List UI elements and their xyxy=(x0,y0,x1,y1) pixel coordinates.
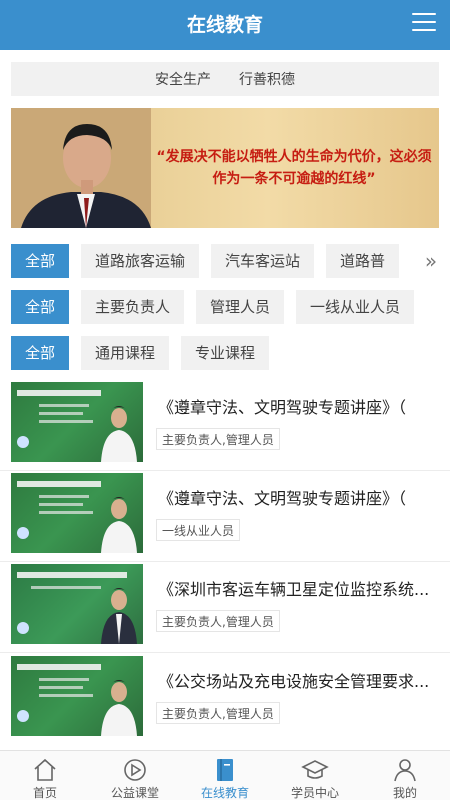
page-title: 在线教育 xyxy=(186,14,263,36)
filter-chip[interactable]: 汽车客运站 xyxy=(211,244,315,278)
divider xyxy=(0,470,450,471)
course-audience-tag: 一线从业人员 xyxy=(156,519,241,541)
bottom-tab-bar: 首页 公益课堂 在线教育 学员中心 我的 xyxy=(0,750,450,800)
hamburger-menu-icon[interactable] xyxy=(412,13,436,33)
tab-label: 我的 xyxy=(392,786,417,800)
home-icon xyxy=(34,758,56,781)
course-item[interactable]: 《遵章守法、文明驾驶专题讲座》（ 主要负责人,管理人员 xyxy=(11,382,439,462)
portrait-image xyxy=(11,108,151,228)
course-item[interactable]: 《遵章守法、文明驾驶专题讲座》（ 一线从业人员 xyxy=(11,473,439,553)
course-audience-tag: 主要负责人,管理人员 xyxy=(156,610,280,632)
filter-chip[interactable]: 道路旅客运输 xyxy=(81,244,200,278)
tab-label: 学员中心 xyxy=(290,786,339,800)
tab-online-education[interactable]: 在线教育 xyxy=(180,751,270,800)
tab-label: 公益课堂 xyxy=(110,786,159,800)
tab-student-center[interactable]: 学员中心 xyxy=(270,751,360,800)
person-icon xyxy=(394,759,416,782)
quick-link-charity[interactable]: 行善积德 xyxy=(239,69,295,89)
filter-chip[interactable]: 道路普 xyxy=(326,244,400,278)
divider xyxy=(0,561,450,562)
book-icon xyxy=(217,759,233,781)
divider xyxy=(0,652,450,653)
quick-link-safety[interactable]: 安全生产 xyxy=(155,69,211,89)
chevron-double-right-icon[interactable]: » xyxy=(422,244,440,278)
course-item[interactable]: 《深圳市客运车辆卫星定位监控系统... 主要负责人,管理人员 xyxy=(11,564,439,644)
quick-links-bar: 安全生产 行善积德 xyxy=(11,62,439,96)
banner-quote-line2: 作为一条不可逾越的红线” xyxy=(212,171,376,187)
course-thumbnail xyxy=(11,473,143,553)
course-thumbnail xyxy=(11,564,143,644)
play-icon xyxy=(124,759,146,781)
course-title: 《遵章守法、文明驾驶专题讲座》（ xyxy=(158,398,407,417)
tab-label: 首页 xyxy=(32,786,57,800)
tab-mine[interactable]: 我的 xyxy=(360,751,450,800)
filter-row-course-type: 全部 通用课程 专业课程 xyxy=(11,336,411,370)
graduation-cap-icon xyxy=(301,760,329,779)
filter-chip[interactable]: 一线从业人员 xyxy=(296,290,414,324)
banner[interactable]: “发展决不能以牺牲人的生命为代价，这必须 作为一条不可逾越的红线” xyxy=(11,108,439,228)
banner-quote-line1: “发展决不能以牺牲人的生命为代价，这必须 xyxy=(156,149,432,165)
course-title: 《遵章守法、文明驾驶专题讲座》（ xyxy=(158,489,407,508)
filter-chip[interactable]: 通用课程 xyxy=(81,336,170,370)
filter-chip[interactable]: 管理人员 xyxy=(196,290,285,324)
filter-all-category[interactable]: 全部 xyxy=(11,244,70,278)
top-bar: 在线教育 xyxy=(0,0,450,50)
filter-row-role: 全部 主要负责人 管理人员 一线从业人员 xyxy=(11,290,414,324)
filter-all-role[interactable]: 全部 xyxy=(11,290,70,324)
filter-chip[interactable]: 专业课程 xyxy=(181,336,270,370)
course-audience-tag: 主要负责人,管理人员 xyxy=(156,428,280,450)
tab-public-class[interactable]: 公益课堂 xyxy=(90,751,180,800)
course-title: 《深圳市客运车辆卫星定位监控系统... xyxy=(158,580,430,599)
course-thumbnail xyxy=(11,382,143,462)
filter-row-category: 全部 道路旅客运输 汽车客运站 道路普 xyxy=(11,244,411,278)
banner-quote: “发展决不能以牺牲人的生命为代价，这必须 作为一条不可逾越的红线” xyxy=(149,146,439,190)
course-audience-tag: 主要负责人,管理人员 xyxy=(156,702,280,724)
tab-home[interactable]: 首页 xyxy=(0,751,90,800)
filter-all-course-type[interactable]: 全部 xyxy=(11,336,70,370)
filter-chip[interactable]: 主要负责人 xyxy=(81,290,185,324)
course-title: 《公交场站及充电设施安全管理要求... xyxy=(158,672,430,691)
course-item[interactable]: 《公交场站及充电设施安全管理要求... 主要负责人,管理人员 xyxy=(11,656,439,736)
tab-label: 在线教育 xyxy=(200,786,249,800)
course-thumbnail xyxy=(11,656,143,736)
